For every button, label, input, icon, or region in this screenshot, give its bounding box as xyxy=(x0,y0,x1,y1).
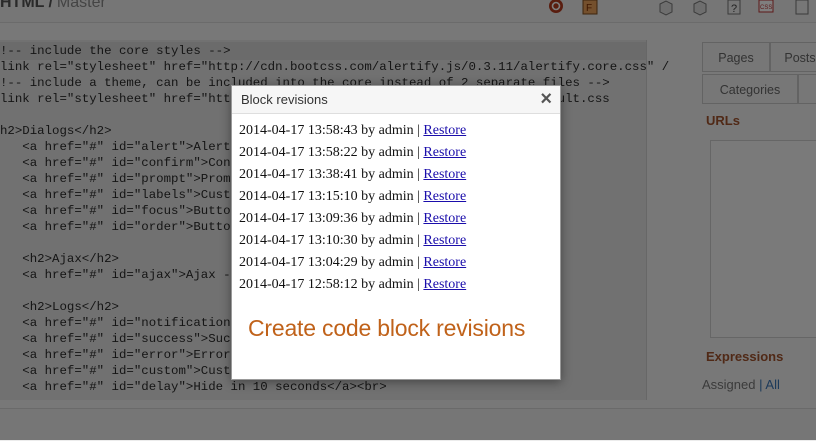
revision-row: 2014-04-17 13:58:43 by admin | Restore xyxy=(239,121,466,141)
revision-timestamp: 2014-04-17 13:38:41 xyxy=(239,167,358,182)
restore-link[interactable]: Restore xyxy=(423,189,466,204)
revision-timestamp: 2014-04-17 13:09:36 xyxy=(239,211,358,226)
restore-link[interactable]: Restore xyxy=(423,233,466,248)
revision-author: by admin | xyxy=(361,277,420,292)
close-icon[interactable]: × xyxy=(540,88,552,110)
restore-link[interactable]: Restore xyxy=(423,123,466,138)
revision-row: 2014-04-17 13:10:30 by admin | Restore xyxy=(239,231,466,251)
revision-row: 2014-04-17 12:58:12 by admin | Restore xyxy=(239,275,466,295)
revision-author: by admin | xyxy=(361,233,420,248)
revision-row: 2014-04-17 13:15:10 by admin | Restore xyxy=(239,187,466,207)
restore-link[interactable]: Restore xyxy=(423,145,466,160)
revision-author: by admin | xyxy=(361,167,420,182)
revision-timestamp: 2014-04-17 13:04:29 xyxy=(239,255,358,270)
revision-author: by admin | xyxy=(361,211,420,226)
revision-timestamp: 2014-04-17 13:15:10 xyxy=(239,189,358,204)
revision-timestamp: 2014-04-17 13:58:22 xyxy=(239,145,358,160)
revision-timestamp: 2014-04-17 12:58:12 xyxy=(239,277,358,292)
restore-link[interactable]: Restore xyxy=(423,167,466,182)
revision-row: 2014-04-17 13:04:29 by admin | Restore xyxy=(239,253,466,273)
revision-author: by admin | xyxy=(361,145,420,160)
dialog-caption: Create code block revisions xyxy=(248,315,526,341)
revision-row: 2014-04-17 13:09:36 by admin | Restore xyxy=(239,209,466,229)
revisions-dialog: Block revisions × 2014-04-17 13:58:43 by… xyxy=(231,85,561,380)
revision-author: by admin | xyxy=(361,189,420,204)
restore-link[interactable]: Restore xyxy=(423,255,466,270)
revision-author: by admin | xyxy=(361,255,420,270)
restore-link[interactable]: Restore xyxy=(423,211,466,226)
revision-row: 2014-04-17 13:58:22 by admin | Restore xyxy=(239,143,466,163)
dialog-title: Block revisions xyxy=(241,92,328,107)
revision-timestamp: 2014-04-17 13:58:43 xyxy=(239,123,358,138)
restore-link[interactable]: Restore xyxy=(423,277,466,292)
revision-timestamp: 2014-04-17 13:10:30 xyxy=(239,233,358,248)
dialog-header: Block revisions × xyxy=(232,86,560,114)
revision-row: 2014-04-17 13:38:41 by admin | Restore xyxy=(239,165,466,185)
revision-author: by admin | xyxy=(361,123,420,138)
